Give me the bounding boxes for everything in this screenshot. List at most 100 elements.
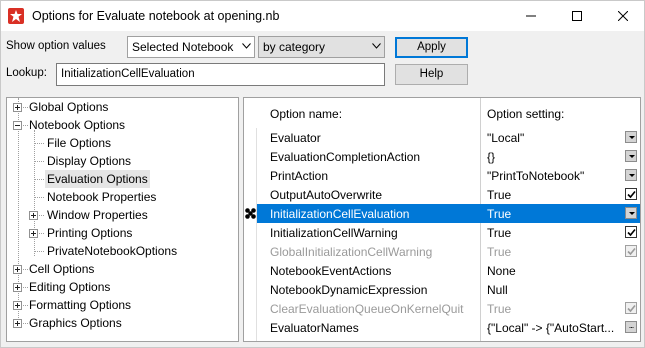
checkbox[interactable] bbox=[625, 188, 637, 200]
option-name: NotebookEventActions bbox=[270, 264, 392, 278]
tree-item[interactable]: Global Options bbox=[7, 98, 238, 116]
tree-connector bbox=[34, 143, 44, 144]
tree-item[interactable]: PrivateNotebookOptions bbox=[7, 242, 238, 260]
option-setting[interactable]: True bbox=[487, 207, 511, 221]
expand-icon[interactable] bbox=[13, 319, 22, 328]
tree-item[interactable]: Cell Options bbox=[7, 260, 238, 278]
tree-item[interactable]: Notebook Properties bbox=[7, 188, 238, 206]
tree-item-label: Window Properties bbox=[47, 208, 148, 222]
apply-button[interactable]: Apply bbox=[395, 37, 468, 58]
tree-connector bbox=[34, 161, 44, 162]
tree-item-label: Cell Options bbox=[29, 262, 95, 276]
option-row[interactable]: EvaluatorNames {"Local" -> {"AutoStart...… bbox=[257, 318, 640, 337]
option-name: InitializationCellWarning bbox=[270, 226, 398, 240]
option-setting[interactable]: None bbox=[487, 264, 516, 278]
option-setting[interactable]: True bbox=[487, 188, 511, 202]
grouping-select[interactable]: by category bbox=[258, 36, 385, 58]
tree-item-label: File Options bbox=[47, 136, 112, 150]
option-setting[interactable]: Null bbox=[487, 283, 508, 297]
minimize-button[interactable] bbox=[508, 1, 554, 31]
tree-item[interactable]: Display Options bbox=[7, 152, 238, 170]
tree-item[interactable]: Window Properties bbox=[7, 206, 238, 224]
grid-header: Option name: Option setting: bbox=[244, 98, 640, 128]
tree-item[interactable]: Printing Options bbox=[7, 224, 238, 242]
option-setting[interactable]: True bbox=[487, 226, 511, 240]
expand-icon[interactable] bbox=[13, 265, 22, 274]
option-name: PrintAction bbox=[270, 169, 329, 183]
expand-icon[interactable] bbox=[29, 229, 38, 238]
tree-item[interactable]: Graphics Options bbox=[7, 314, 238, 332]
option-row[interactable]: NotebookEventActions None bbox=[257, 261, 640, 280]
option-row[interactable]: EvaluationCompletionAction {} bbox=[257, 147, 640, 166]
option-setting[interactable]: "Local" bbox=[487, 131, 524, 145]
tree-connector bbox=[34, 251, 44, 252]
tree-item-label: Display Options bbox=[47, 154, 132, 168]
close-button[interactable] bbox=[600, 1, 645, 31]
option-category-tree[interactable]: Global Options Notebook Options File Optio… bbox=[6, 97, 239, 342]
option-name: EvaluatorNames bbox=[270, 321, 359, 335]
tree-item-label: Printing Options bbox=[47, 226, 133, 240]
tree-connector bbox=[34, 179, 44, 180]
option-setting[interactable]: True bbox=[487, 302, 511, 316]
option-setting[interactable]: "PrintToNotebook" bbox=[487, 169, 584, 183]
option-row[interactable]: PrintAction "PrintToNotebook" bbox=[257, 166, 640, 185]
option-setting[interactable]: {} bbox=[487, 150, 495, 164]
dropdown-arrow-icon[interactable] bbox=[625, 169, 637, 181]
tree-item-label: Graphics Options bbox=[29, 316, 122, 330]
tree-item[interactable]: Editing Options bbox=[7, 278, 238, 296]
tree-item[interactable]: Formatting Options bbox=[7, 296, 238, 314]
option-row[interactable]: OutputAutoOverwrite True bbox=[257, 185, 640, 204]
dropdown-arrow-icon[interactable] bbox=[625, 150, 637, 162]
option-row[interactable]: GlobalInitializationCellWarning True bbox=[257, 242, 640, 261]
tree-item-label: Notebook Options bbox=[29, 118, 126, 132]
option-setting[interactable]: True bbox=[487, 245, 511, 259]
tree-item[interactable]: File Options bbox=[7, 134, 238, 152]
checkbox[interactable] bbox=[625, 302, 637, 314]
tree-item[interactable]: Evaluation Options bbox=[7, 170, 238, 188]
option-row[interactable]: Evaluator "Local" bbox=[257, 128, 640, 147]
scope-select[interactable]: Selected Notebook bbox=[127, 36, 255, 58]
options-inspector-body: Show option values Selected Notebook by … bbox=[0, 31, 645, 348]
checkbox[interactable] bbox=[625, 245, 637, 257]
dropdown-arrow-icon[interactable] bbox=[625, 207, 637, 219]
option-name: GlobalInitializationCellWarning bbox=[270, 245, 433, 259]
column-header-setting: Option setting: bbox=[487, 107, 565, 121]
mathematica-app-icon bbox=[8, 8, 24, 24]
close-icon bbox=[618, 11, 628, 21]
ellipsis-icon[interactable]: ... bbox=[625, 321, 637, 333]
options-grid[interactable]: Option name: Option setting: Evaluator "L… bbox=[243, 97, 641, 342]
scope-select-value: Selected Notebook bbox=[132, 40, 234, 54]
option-row[interactable]: InitializationCellWarning True bbox=[257, 223, 640, 242]
lookup-input[interactable]: InitializationCellEvaluation bbox=[56, 63, 385, 86]
tree-item-label: Formatting Options bbox=[29, 298, 132, 312]
option-row[interactable]: ClearEvaluationQueueOnKernelQuit True bbox=[257, 299, 640, 318]
option-name: InitializationCellEvaluation bbox=[270, 207, 410, 221]
tree-item[interactable]: Notebook Options bbox=[7, 116, 238, 134]
option-name: NotebookDynamicExpression bbox=[270, 283, 428, 297]
option-name: EvaluationCompletionAction bbox=[270, 150, 421, 164]
option-name: Evaluator bbox=[270, 131, 321, 145]
modified-marker-icon bbox=[244, 204, 257, 223]
tree-item-label: Editing Options bbox=[29, 280, 111, 294]
expand-icon[interactable] bbox=[29, 211, 38, 220]
show-values-label: Show option values bbox=[6, 40, 106, 52]
expand-icon[interactable] bbox=[13, 283, 22, 292]
checkbox[interactable] bbox=[625, 226, 637, 238]
option-name: ClearEvaluationQueueOnKernelQuit bbox=[270, 302, 464, 316]
title-bar: Options for Evaluate notebook at opening… bbox=[0, 0, 645, 31]
maximize-icon bbox=[572, 11, 582, 21]
option-setting[interactable]: {"Local" -> {"AutoStart... bbox=[487, 321, 614, 335]
expand-icon[interactable] bbox=[13, 103, 22, 112]
maximize-button[interactable] bbox=[554, 1, 600, 31]
help-button[interactable]: Help bbox=[395, 64, 468, 85]
chevron-down-icon bbox=[372, 43, 381, 49]
tree-item-label: Global Options bbox=[29, 100, 109, 114]
tree-item-label: Evaluation Options bbox=[45, 170, 150, 188]
option-row[interactable]: NotebookDynamicExpression Null bbox=[257, 280, 640, 299]
collapse-icon[interactable] bbox=[13, 121, 22, 130]
expand-icon[interactable] bbox=[13, 301, 22, 310]
column-header-name: Option name: bbox=[270, 107, 343, 121]
dropdown-arrow-icon[interactable] bbox=[625, 131, 637, 143]
option-name: OutputAutoOverwrite bbox=[270, 188, 383, 202]
option-row[interactable]: InitializationCellEvaluation True bbox=[257, 204, 640, 223]
